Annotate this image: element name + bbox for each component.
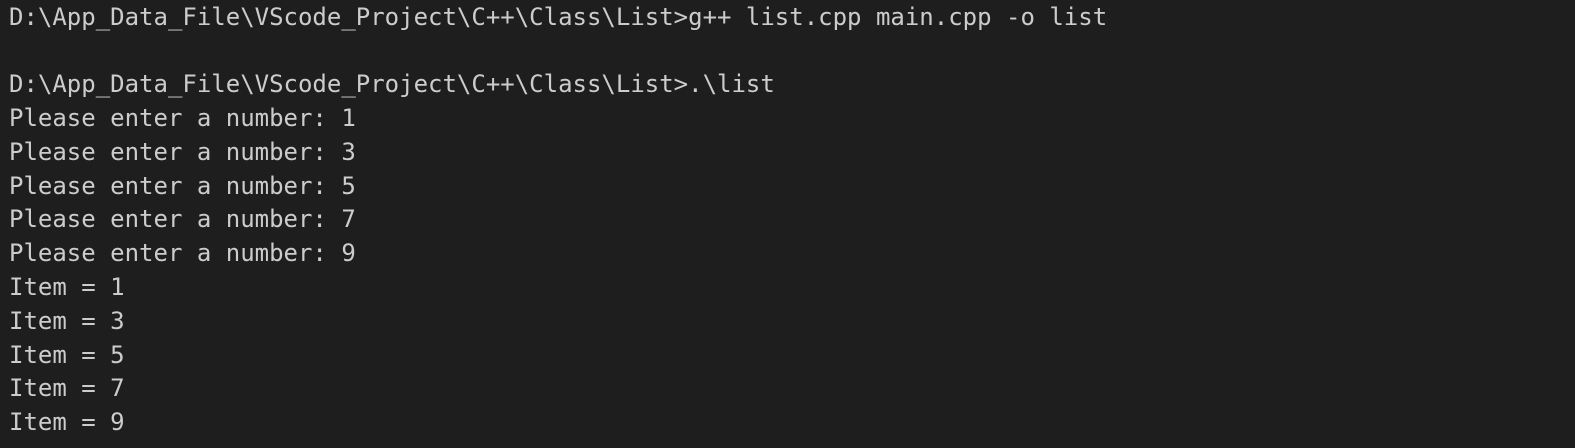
terminal-output[interactable]: D:\App_Data_File\VScode_Project\C++\Clas… [0, 0, 1575, 448]
item-output-line: Item = 7 [9, 374, 125, 402]
prompt-line: Please enter a number: 5 [9, 172, 356, 200]
prompt-line: Please enter a number: 1 [9, 104, 356, 132]
item-output-line: Item = 1 [9, 273, 125, 301]
prompt-line: Please enter a number: 3 [9, 138, 356, 166]
item-output-line: Item = 3 [9, 307, 125, 335]
prompt-line: Please enter a number: 7 [9, 205, 356, 233]
item-output-line: Item = 9 [9, 408, 125, 436]
run-command-line: D:\App_Data_File\VScode_Project\C++\Clas… [9, 70, 775, 98]
item-output-line: Item = 5 [9, 341, 125, 369]
compile-command-line: D:\App_Data_File\VScode_Project\C++\Clas… [9, 3, 1108, 31]
prompt-line: Please enter a number: 9 [9, 239, 356, 267]
